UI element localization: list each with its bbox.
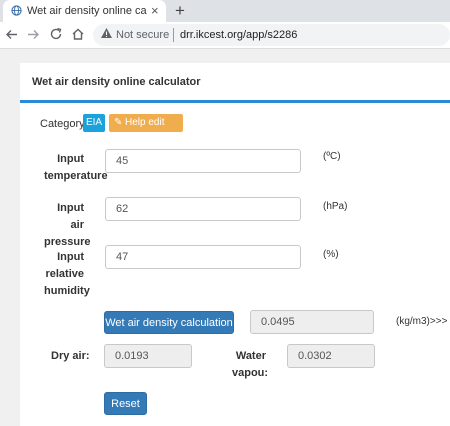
water-vapour-field[interactable]: 0.0302 (287, 344, 375, 368)
temperature-unit: (ºC) (323, 151, 341, 162)
calculate-button[interactable]: Wet air density calculation (104, 311, 234, 334)
reset-button[interactable]: Reset (104, 392, 147, 415)
help-edit-button[interactable]: ✎ Help edit (109, 114, 183, 132)
tab-title: Wet air density online calculator (27, 5, 147, 17)
category-label: Category: (40, 118, 88, 130)
address-bar[interactable]: Not secure drr.ikcest.org/app/s2286 (93, 24, 450, 46)
dry-air-label: Dry air: (51, 350, 90, 362)
category-badge[interactable]: EIA (83, 114, 105, 132)
pressure-label: Input air pressure (44, 202, 91, 248)
help-edit-label: Help edit (125, 117, 165, 128)
back-arrow-icon[interactable] (5, 28, 18, 41)
calculator-card: Wet air density online calculator Catego… (20, 63, 450, 426)
security-status[interactable]: Not secure (116, 29, 169, 41)
pressure-unit: (hPa) (323, 201, 348, 212)
humidity-unit: (%) (323, 249, 339, 260)
pencil-icon: ✎ (114, 117, 123, 128)
result-field[interactable]: 0.0495 (250, 310, 374, 334)
humidity-input[interactable]: 47 (105, 245, 301, 269)
url-text[interactable]: drr.ikcest.org/app/s2286 (180, 29, 297, 41)
browser-tab[interactable]: Wet air density online calculator × (3, 0, 166, 22)
reload-icon[interactable] (49, 27, 63, 41)
water-vapour-label: Water vapou: (232, 350, 269, 379)
title-divider (20, 100, 450, 103)
tab-strip: Wet air density online calculator × + (0, 0, 450, 22)
page-title: Wet air density online calculator (32, 76, 201, 88)
address-divider (173, 28, 174, 42)
humidity-label: Input relative humidity (44, 251, 90, 297)
close-tab-icon[interactable]: × (151, 3, 159, 18)
forward-arrow-icon[interactable] (27, 28, 40, 41)
home-icon[interactable] (71, 27, 85, 41)
browser-toolbar: Not secure drr.ikcest.org/app/s2286 (0, 22, 450, 49)
warning-icon[interactable] (100, 27, 113, 39)
temperature-input[interactable]: 45 (105, 149, 301, 173)
dry-air-field[interactable]: 0.0193 (104, 344, 192, 368)
temperature-label: Input temperature (44, 153, 108, 182)
pressure-input[interactable]: 62 (105, 197, 301, 221)
globe-icon (11, 5, 22, 16)
result-unit: (kg/m3)>>> (396, 316, 448, 327)
new-tab-button[interactable]: + (175, 1, 185, 21)
